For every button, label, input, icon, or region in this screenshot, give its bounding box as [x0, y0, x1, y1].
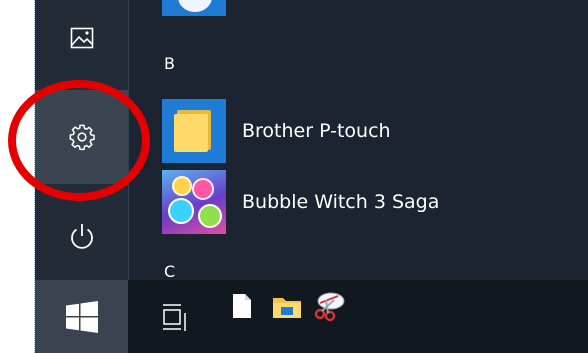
bubble-witch-icon [162, 170, 226, 234]
file-explorer-icon [273, 298, 301, 318]
task-view-button[interactable] [155, 298, 195, 338]
app-tile-partial[interactable] [162, 0, 226, 16]
snipping-tool-button[interactable] [310, 288, 348, 324]
file-icon [233, 294, 251, 318]
power-button[interactable] [35, 210, 128, 264]
file-taskbar-button[interactable] [232, 291, 252, 321]
section-header-c[interactable]: C [164, 262, 175, 281]
start-button[interactable] [35, 280, 128, 353]
task-view-icon [163, 304, 186, 331]
settings-highlight-ring [8, 80, 150, 201]
section-header-b[interactable]: B [164, 54, 175, 73]
app-item-bubble-witch[interactable]: Bubble Witch 3 Saga [162, 170, 582, 234]
folder-icon [162, 99, 226, 163]
windows-logo-icon [65, 300, 98, 333]
snipping-tool-icon [314, 292, 345, 322]
app-label: Brother P-touch [242, 120, 391, 142]
pictures-icon [70, 27, 93, 49]
pictures-button[interactable] [35, 14, 128, 62]
file-explorer-button[interactable] [270, 293, 304, 321]
app-label: Bubble Witch 3 Saga [242, 191, 440, 213]
power-icon [70, 224, 93, 249]
app-item-brother-ptouch[interactable]: Brother P-touch [162, 99, 582, 163]
